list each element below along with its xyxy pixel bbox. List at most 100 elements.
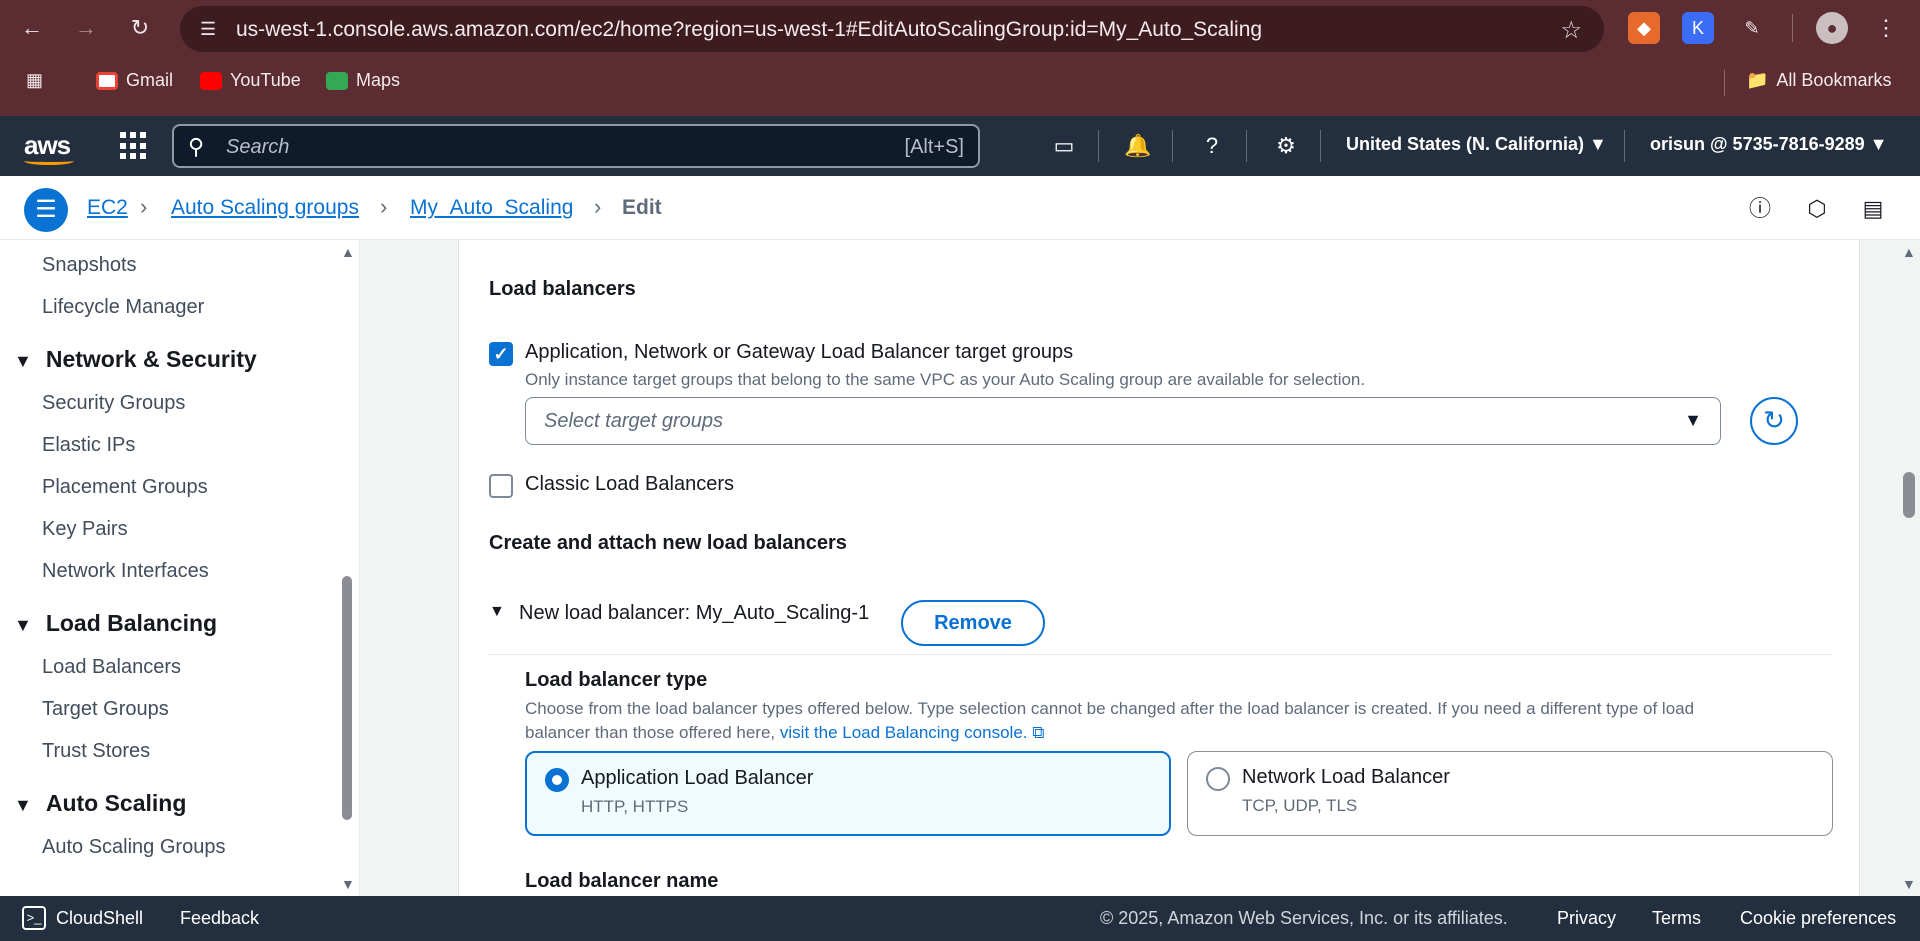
- info-icon[interactable]: ⓘ: [1745, 194, 1775, 224]
- back-icon[interactable]: ←: [18, 14, 46, 42]
- radio-unselected[interactable]: [1206, 767, 1230, 791]
- sidebar-item-target-groups[interactable]: Target Groups: [42, 698, 169, 721]
- sidebar-scrollbar[interactable]: ▲ ▼: [338, 240, 358, 896]
- sidebar-item-lifecycle-manager[interactable]: Lifecycle Manager: [42, 296, 204, 319]
- help-icon[interactable]: ?: [1196, 130, 1228, 162]
- header-divider: [1098, 130, 1099, 162]
- sidebar-item-snapshots[interactable]: Snapshots: [42, 254, 137, 277]
- classic-lb-label[interactable]: Classic Load Balancers: [525, 473, 734, 496]
- cloudshell-link[interactable]: CloudShell: [56, 908, 143, 929]
- sidebar-section-auto-scaling[interactable]: ▼ Auto Scaling: [14, 790, 186, 817]
- security-shield-icon[interactable]: ⬡: [1802, 194, 1832, 224]
- bookmark-gmail[interactable]: Gmail: [96, 70, 173, 91]
- main-scrollbar[interactable]: ▲ ▼: [1898, 240, 1920, 896]
- services-grid-icon[interactable]: [120, 132, 148, 160]
- cloudshell-icon[interactable]: >_: [22, 906, 46, 930]
- option-application-lb[interactable]: Application Load Balancer HTTP, HTTPS: [525, 751, 1171, 836]
- forward-icon[interactable]: →: [72, 14, 100, 42]
- scroll-down-icon[interactable]: ▼: [1902, 876, 1916, 892]
- sidebar-item-security-groups[interactable]: Security Groups: [42, 392, 185, 415]
- bookmark-maps[interactable]: Maps: [326, 70, 400, 91]
- notifications-bell-icon[interactable]: 🔔: [1122, 130, 1154, 162]
- region-selector[interactable]: United States (N. California) ▼: [1346, 134, 1607, 155]
- settings-gear-icon[interactable]: ⚙: [1270, 130, 1302, 162]
- lb-console-link[interactable]: visit the Load Balancing console.: [780, 723, 1028, 742]
- terms-link[interactable]: Terms: [1652, 908, 1701, 929]
- sidebar-nav: Snapshots Lifecycle Manager ▼ Network & S…: [0, 240, 360, 896]
- sidebar-item-elastic-ips[interactable]: Elastic IPs: [42, 434, 135, 457]
- header-divider: [1320, 130, 1321, 162]
- gmail-icon: [96, 71, 118, 90]
- sidebar-item-key-pairs[interactable]: Key Pairs: [42, 518, 128, 541]
- lb-type-description-text: balancer than those offered here,: [525, 723, 776, 742]
- load-balancers-heading: Load balancers: [489, 278, 636, 300]
- option-subtitle: TCP, UDP, TLS: [1242, 796, 1358, 815]
- cookie-preferences-link[interactable]: Cookie preferences: [1740, 908, 1896, 929]
- menu-hamburger-icon[interactable]: ☰: [24, 188, 68, 232]
- radio-selected[interactable]: [545, 768, 569, 792]
- feedback-monitor-icon[interactable]: ▤: [1858, 194, 1888, 224]
- target-groups-select[interactable]: Select target groups ▼: [525, 397, 1721, 445]
- remove-button[interactable]: Remove: [901, 600, 1045, 646]
- sidebar-item-network-interfaces[interactable]: Network Interfaces: [42, 560, 209, 583]
- privacy-link[interactable]: Privacy: [1557, 908, 1616, 929]
- target-groups-checkbox[interactable]: ✓: [489, 342, 513, 366]
- search-placeholder: Search: [226, 136, 290, 158]
- sidebar-item-placement-groups[interactable]: Placement Groups: [42, 476, 208, 499]
- breadcrumb-ec2[interactable]: EC2: [87, 196, 128, 220]
- k-extension-icon[interactable]: K: [1682, 12, 1714, 44]
- cloudshell-icon[interactable]: ▭: [1048, 130, 1080, 162]
- folder-icon: 📁: [1746, 70, 1769, 90]
- scroll-down-icon[interactable]: ▼: [341, 876, 355, 892]
- aws-logo[interactable]: aws: [24, 130, 74, 165]
- option-network-lb[interactable]: Network Load Balancer TCP, UDP, TLS: [1187, 751, 1833, 836]
- aws-logo-smile: [24, 157, 74, 165]
- option-subtitle: HTTP, HTTPS: [581, 797, 689, 816]
- sidebar-item-load-balancers[interactable]: Load Balancers: [42, 656, 181, 679]
- bookmark-star-icon[interactable]: ☆: [1560, 16, 1582, 45]
- sidebar-section-load-balancing[interactable]: ▼ Load Balancing: [14, 610, 217, 637]
- search-input[interactable]: ⚲ Search [Alt+S]: [172, 124, 980, 168]
- header-divider: [1172, 130, 1173, 162]
- account-menu[interactable]: orisun @ 5735-7816-9289 ▼: [1650, 134, 1888, 155]
- create-attach-heading: Create and attach new load balancers: [489, 532, 847, 554]
- sidebar-item-trust-stores[interactable]: Trust Stores: [42, 740, 150, 763]
- apps-grid-icon[interactable]: ▦: [26, 70, 43, 91]
- metamask-extension-icon[interactable]: ◆: [1628, 12, 1660, 44]
- lb-type-description-cont: balancer than those offered here, visit …: [525, 723, 1044, 743]
- search-shortcut: [Alt+S]: [904, 136, 964, 158]
- caret-down-icon[interactable]: ▼: [489, 603, 505, 621]
- target-groups-label[interactable]: Application, Network or Gateway Load Bal…: [525, 341, 1073, 364]
- edit-form-panel: Load balancers ✓ Application, Network or…: [458, 240, 1860, 896]
- sidebar-scroll-thumb[interactable]: [342, 576, 352, 820]
- bookmarks-divider: [1724, 70, 1725, 96]
- profile-avatar-icon[interactable]: ●: [1816, 12, 1848, 44]
- site-info-icon[interactable]: ☰: [200, 18, 222, 40]
- bookmark-youtube[interactable]: YouTube: [200, 70, 301, 91]
- scroll-up-icon[interactable]: ▲: [1902, 244, 1916, 260]
- address-row: ← → ↻ ☰ us-west-1.console.aws.amazon.com…: [0, 0, 1920, 56]
- new-lb-expander[interactable]: New load balancer: My_Auto_Scaling-1: [519, 602, 869, 625]
- external-link-icon[interactable]: ⧉: [1032, 723, 1044, 742]
- section-title: Auto Scaling: [45, 790, 187, 816]
- main-scroll-thumb[interactable]: [1903, 472, 1915, 518]
- browser-menu-icon[interactable]: ⋮: [1872, 14, 1900, 42]
- breadcrumb-auto-scaling-groups[interactable]: Auto Scaling groups: [171, 196, 359, 220]
- youtube-icon: [200, 71, 222, 90]
- refresh-icon[interactable]: ↻: [1750, 397, 1798, 445]
- header-divider: [1246, 130, 1247, 162]
- main-content: Load balancers ✓ Application, Network or…: [360, 240, 1920, 896]
- address-bar[interactable]: ☰ us-west-1.console.aws.amazon.com/ec2/h…: [180, 6, 1604, 52]
- caret-down-icon: ▼: [14, 795, 32, 815]
- breadcrumb: ☰ EC2 › Auto Scaling groups › My_Auto_Sc…: [0, 176, 1920, 240]
- classic-lb-checkbox[interactable]: [489, 474, 513, 498]
- feedback-link[interactable]: Feedback: [180, 908, 259, 929]
- bookmark-label: Gmail: [126, 70, 174, 90]
- sidebar-item-auto-scaling-groups[interactable]: Auto Scaling Groups: [42, 836, 225, 859]
- extensions-puzzle-icon[interactable]: ✎: [1736, 12, 1768, 44]
- scroll-up-icon[interactable]: ▲: [341, 244, 355, 260]
- sidebar-section-network-security[interactable]: ▼ Network & Security: [14, 346, 257, 373]
- reload-icon[interactable]: ↻: [126, 14, 154, 42]
- all-bookmarks[interactable]: 📁 All Bookmarks: [1746, 70, 1891, 91]
- breadcrumb-my-auto-scaling[interactable]: My_Auto_Scaling: [410, 196, 573, 220]
